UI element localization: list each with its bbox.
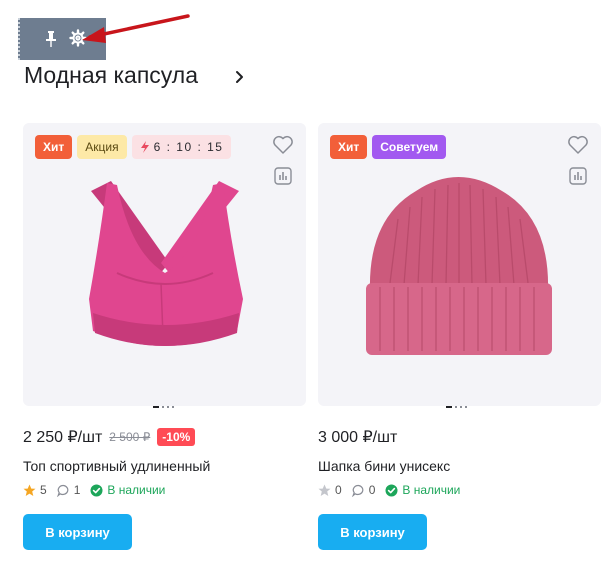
compare-icon[interactable] (274, 167, 292, 185)
badge-recommend: Советуем (372, 135, 447, 159)
reviews-count: 0 (368, 483, 376, 497)
product-card: Хит Акция 6 : 10 : 15 2 250 ₽/шт 2 500 ₽ (23, 123, 306, 555)
countdown-timer: 6 : 10 : 15 (131, 135, 232, 159)
stock-status: В наличии (385, 483, 460, 497)
pin-icon[interactable] (44, 30, 58, 48)
add-to-cart-button[interactable]: В корзину (318, 514, 427, 550)
bolt-icon (140, 141, 149, 153)
price: 3 000 ₽/шт (318, 429, 398, 446)
product-image[interactable] (318, 123, 601, 406)
price: 2 250 ₽/шт (23, 429, 103, 446)
check-circle-icon (385, 484, 398, 496)
badge-hit: Хит (35, 135, 73, 159)
heart-icon[interactable] (272, 135, 294, 155)
old-price: 2 500 ₽ (109, 430, 151, 444)
red-arrow-icon (82, 14, 190, 43)
product-name[interactable]: Шапка бини унисекс (318, 458, 450, 474)
reviews[interactable]: 0 (351, 483, 376, 497)
stock-text: В наличии (107, 483, 166, 497)
badge-group: Хит Акция 6 : 10 : 15 (35, 135, 232, 159)
rating-value: 5 (40, 483, 47, 497)
badge-group: Хит Советуем (330, 135, 447, 159)
badge-hit: Хит (330, 135, 368, 159)
product-meta: 0 0 В наличии (318, 483, 470, 497)
product-card: Хит Советуем 3 000 ₽/шт Шапка бини унисе… (318, 123, 601, 555)
compare-icon[interactable] (569, 167, 587, 185)
comment-icon (351, 484, 364, 497)
product-image-area[interactable]: Хит Акция 6 : 10 : 15 (23, 123, 306, 406)
chevron-right-icon[interactable] (233, 67, 247, 87)
rating-value: 0 (335, 483, 342, 497)
stock-status: В наличии (90, 483, 165, 497)
carousel-dots[interactable] (146, 406, 186, 412)
stock-text: В наличии (402, 483, 461, 497)
heart-icon[interactable] (567, 135, 589, 155)
carousel-dots[interactable] (439, 406, 479, 412)
star-icon (23, 484, 36, 496)
product-image[interactable] (23, 123, 306, 406)
rating: 5 (23, 483, 47, 497)
product-image-area[interactable]: Хит Советуем (318, 123, 601, 406)
check-circle-icon (90, 484, 103, 496)
reviews[interactable]: 1 (56, 483, 81, 497)
star-icon (318, 484, 331, 496)
price-row: 2 250 ₽/шт 2 500 ₽ -10% (23, 427, 196, 447)
product-meta: 5 1 В наличии (23, 483, 175, 497)
rating: 0 (318, 483, 342, 497)
badge-sale: Акция (77, 135, 127, 159)
comment-icon (56, 484, 69, 497)
reviews-count: 1 (73, 483, 81, 497)
add-to-cart-button[interactable]: В корзину (23, 514, 132, 550)
discount-badge: -10% (157, 428, 196, 446)
section-title[interactable]: Модная капсула (24, 62, 198, 89)
product-name[interactable]: Топ спортивный удлиненный (23, 458, 210, 474)
price-row: 3 000 ₽/шт (318, 427, 397, 447)
timer-value: 6 : 10 : 15 (153, 140, 224, 154)
